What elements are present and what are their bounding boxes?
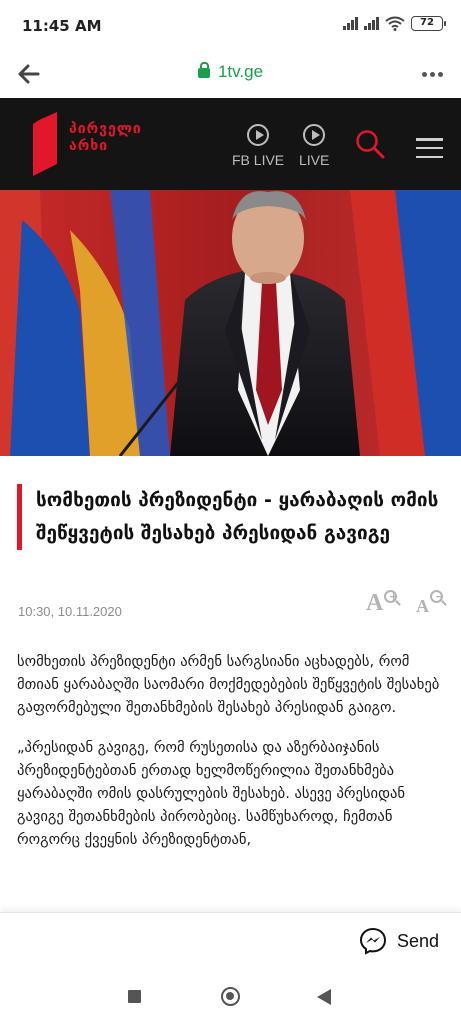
url-field[interactable]: 1tv.ge: [0, 62, 461, 82]
article-paragraph: სომხეთის პრეზიდენტი არმენ სარგსიანი აცხა…: [17, 653, 440, 716]
battery-icon: 72: [411, 16, 446, 31]
article-date: 10:30, 10.11.2020: [18, 604, 122, 619]
site-logo[interactable]: პირველი არხი: [33, 112, 153, 178]
status-icons: 72: [343, 16, 446, 31]
messenger-send-button[interactable]: Send: [359, 927, 439, 955]
messenger-share-bar: Send: [0, 912, 461, 970]
plus-sign: +: [389, 590, 399, 603]
more-vert-icon: [421, 71, 427, 77]
system-back-button[interactable]: [317, 989, 331, 1005]
search-button[interactable]: [354, 128, 386, 160]
article-headline-block: სომხეთის პრეზიდენტი - ყარაბაღის ომის შეწ…: [17, 484, 447, 550]
minus-sign: −: [435, 590, 445, 603]
dot: [437, 71, 443, 77]
status-time: 11:45 AM: [22, 17, 102, 35]
play-circle-icon: [247, 124, 270, 146]
font-increase-icon: A: [366, 590, 384, 616]
hamburger-line: [416, 138, 443, 141]
font-increase-button[interactable]: A +: [366, 590, 406, 620]
dot: [429, 71, 435, 77]
signal-icon: [364, 17, 379, 30]
font-decrease-button[interactable]: A −: [414, 590, 454, 620]
fb-live-label: FB LIVE: [232, 152, 285, 168]
article-headline: სომხეთის პრეზიდენტი - ყარაბაღის ომის შეწ…: [36, 489, 439, 544]
play-circle-icon: [303, 124, 326, 146]
lock-icon: [197, 62, 210, 78]
more-menu-button[interactable]: [417, 62, 447, 86]
system-nav-bar: [0, 970, 461, 1024]
logo-text: პირველი არხი: [69, 121, 142, 155]
logo-line-2: არხი: [69, 138, 109, 154]
browser-toolbar: 1tv.ge: [0, 52, 461, 98]
hamburger-icon[interactable]: [416, 138, 443, 158]
font-decrease-icon: A: [416, 596, 429, 616]
article-meta: 10:30, 10.11.2020 A + A −: [18, 590, 448, 624]
logo-line-1: პირველი: [69, 121, 142, 137]
search-icon: [356, 130, 385, 159]
status-bar: 11:45 AM 72: [0, 0, 461, 52]
article-body: სომხეთის პრეზიდენტი არმენ სარგსიანი აცხა…: [17, 650, 447, 868]
messenger-icon: [359, 927, 386, 955]
hamburger-line: [416, 155, 443, 158]
live-label: LIVE: [299, 152, 330, 168]
signal-icon: [343, 17, 358, 30]
logo-mark-icon: [33, 112, 57, 176]
hamburger-line: [416, 146, 443, 150]
site-header: პირველი არხი FB LIVE LIVE: [0, 98, 461, 190]
wifi-icon: [385, 16, 405, 31]
recents-button[interactable]: [128, 990, 141, 1003]
hero-photo: [0, 190, 461, 456]
send-label: Send: [396, 930, 439, 951]
article-paragraph: „პრესიდან გავიგე, რომ რუსეთისა და აზერბა…: [17, 739, 406, 848]
article-hero-image: [0, 190, 461, 456]
live-button[interactable]: LIVE: [299, 124, 329, 168]
home-button[interactable]: [221, 987, 240, 1006]
url-text: 1tv.ge: [217, 62, 264, 81]
fb-live-button[interactable]: FB LIVE: [232, 124, 284, 168]
